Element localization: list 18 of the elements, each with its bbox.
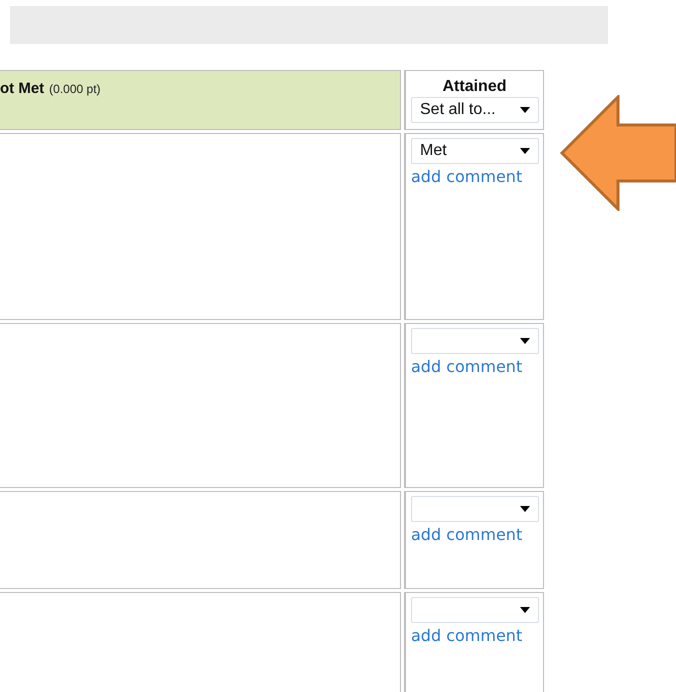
caret-icon — [520, 148, 530, 154]
caret-icon — [520, 338, 530, 344]
add-comment-link[interactable]: add comment — [411, 525, 522, 544]
dropdown[interactable]: Set all to... — [411, 97, 539, 123]
add-comment-link[interactable]: add comment — [411, 357, 522, 376]
points-label: (0.000 pt) — [49, 82, 101, 96]
caret-icon — [520, 506, 530, 512]
add-comment-link[interactable]: add comment — [411, 626, 522, 645]
column-heading: Attained — [442, 78, 506, 96]
arrow-icon — [560, 95, 676, 211]
caret-icon — [520, 107, 530, 113]
dropdown[interactable] — [411, 597, 539, 623]
dropdown[interactable]: Met — [411, 138, 539, 164]
dropdown[interactable] — [411, 496, 539, 522]
criterion-title: ot Met — [0, 80, 44, 97]
add-comment-link[interactable]: add comment — [411, 167, 522, 186]
caret-icon — [520, 607, 530, 613]
dropdown[interactable] — [411, 328, 539, 354]
